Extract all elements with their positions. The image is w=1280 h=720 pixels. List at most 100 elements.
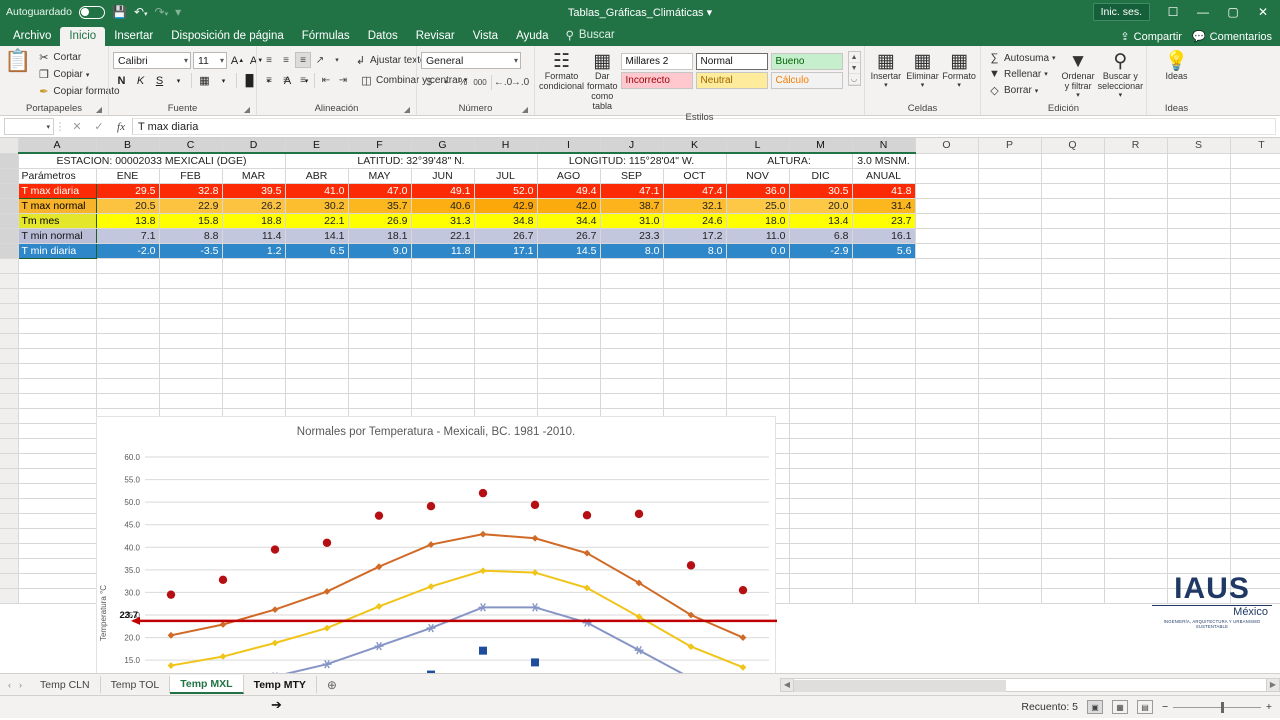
- cell-empty[interactable]: [915, 498, 978, 513]
- font-size-select[interactable]: 11 ▾: [193, 52, 227, 69]
- cell-empty[interactable]: [1104, 378, 1167, 393]
- cell-empty[interactable]: [915, 228, 978, 243]
- cell-empty[interactable]: [978, 153, 1041, 168]
- paste-button[interactable]: 📋: [4, 50, 31, 71]
- cell-empty[interactable]: [978, 243, 1041, 258]
- cell-empty[interactable]: [537, 333, 600, 348]
- cell-empty[interactable]: [915, 588, 978, 603]
- style-normal[interactable]: Normal: [696, 53, 768, 70]
- cell-empty[interactable]: [1230, 528, 1280, 543]
- cell-empty[interactable]: [474, 333, 537, 348]
- row-header[interactable]: [0, 318, 18, 333]
- cell-empty[interactable]: [159, 288, 222, 303]
- cell-empty[interactable]: [1167, 393, 1230, 408]
- cell-empty[interactable]: [789, 528, 852, 543]
- cell-value[interactable]: 31.0: [600, 213, 663, 228]
- cell-value[interactable]: 20.0: [789, 198, 852, 213]
- cell-empty[interactable]: [915, 168, 978, 183]
- cell-value[interactable]: 22.1: [285, 213, 348, 228]
- prev-sheet-icon[interactable]: ‹: [8, 680, 11, 690]
- cell-empty[interactable]: [159, 273, 222, 288]
- sort-filter-button[interactable]: ▼ Ordenar y filtrar ▾: [1062, 51, 1095, 99]
- cell-value[interactable]: -3.5: [159, 243, 222, 258]
- cell-empty[interactable]: [1104, 423, 1167, 438]
- cell-empty[interactable]: [978, 273, 1041, 288]
- scroll-left-icon[interactable]: ◀: [780, 678, 794, 692]
- gallery-scroll-down-icon[interactable]: ▼: [849, 63, 860, 74]
- number-dialog-launcher-icon[interactable]: ◢: [522, 105, 528, 114]
- cell-empty[interactable]: [978, 183, 1041, 198]
- cell-empty[interactable]: [1167, 408, 1230, 423]
- sign-in-button[interactable]: Inic. ses.: [1093, 3, 1150, 21]
- page-break-icon[interactable]: ▤: [1137, 700, 1153, 714]
- ideas-button[interactable]: 💡 Ideas: [1151, 51, 1202, 82]
- cell-anual[interactable]: ANUAL: [852, 168, 915, 183]
- cell-empty[interactable]: [789, 408, 852, 423]
- cell-estacion[interactable]: ESTACION: 00002033 MEXICALI (DGE): [18, 153, 285, 168]
- cell-empty[interactable]: [1104, 318, 1167, 333]
- cell-empty[interactable]: [600, 288, 663, 303]
- cell-empty[interactable]: [789, 543, 852, 558]
- cell-empty[interactable]: [915, 393, 978, 408]
- cell-empty[interactable]: [96, 288, 159, 303]
- cell-value[interactable]: 31.3: [411, 213, 474, 228]
- conditional-format-button[interactable]: ☷ Formato condicional: [539, 51, 584, 92]
- title-dropdown-icon[interactable]: ▾: [707, 7, 713, 19]
- cell-empty[interactable]: [159, 363, 222, 378]
- cell-empty[interactable]: [222, 273, 285, 288]
- cell-empty[interactable]: [1104, 543, 1167, 558]
- cell-empty[interactable]: [600, 348, 663, 363]
- scroll-thumb[interactable]: [794, 680, 1006, 692]
- cell-value[interactable]: -2.9: [789, 243, 852, 258]
- column-header-S[interactable]: S: [1167, 138, 1230, 153]
- cell-empty[interactable]: [1041, 198, 1104, 213]
- cell-empty[interactable]: [852, 498, 915, 513]
- cell-empty[interactable]: [96, 378, 159, 393]
- cell-empty[interactable]: [159, 303, 222, 318]
- cell-empty[interactable]: [1230, 468, 1280, 483]
- cell-value[interactable]: 42.0: [537, 198, 600, 213]
- italic-button[interactable]: K: [132, 72, 149, 89]
- cell-empty[interactable]: [1041, 408, 1104, 423]
- cell-empty[interactable]: [600, 363, 663, 378]
- cell-empty[interactable]: [789, 588, 852, 603]
- cell-empty[interactable]: [663, 363, 726, 378]
- cell-empty[interactable]: [1167, 423, 1230, 438]
- cell-empty[interactable]: [1041, 183, 1104, 198]
- cell-empty[interactable]: [222, 303, 285, 318]
- cell-value[interactable]: 23.7: [852, 213, 915, 228]
- format-as-table-button[interactable]: ▦ Dar formato como tabla: [587, 51, 618, 112]
- cell-empty[interactable]: [663, 348, 726, 363]
- column-header-P[interactable]: P: [978, 138, 1041, 153]
- cell-empty[interactable]: [663, 318, 726, 333]
- cell-value[interactable]: 32.8: [159, 183, 222, 198]
- align-left-icon[interactable]: ≡: [261, 72, 277, 88]
- tab-inicio[interactable]: Inicio: [60, 27, 105, 46]
- cell-value[interactable]: 26.9: [348, 213, 411, 228]
- cell-empty[interactable]: [1230, 543, 1280, 558]
- share-button[interactable]: ⇪ Compartir: [1120, 30, 1182, 43]
- cell-empty[interactable]: [915, 453, 978, 468]
- cell-empty[interactable]: [285, 318, 348, 333]
- cell-empty[interactable]: [978, 573, 1041, 588]
- scroll-track[interactable]: [794, 678, 1266, 692]
- alignment-dialog-launcher-icon[interactable]: ◢: [404, 105, 410, 114]
- find-chevron-down-icon[interactable]: ▾: [1119, 92, 1123, 100]
- cell-empty[interactable]: [1104, 363, 1167, 378]
- zoom-in-button[interactable]: +: [1266, 701, 1272, 713]
- cell-empty[interactable]: [222, 258, 285, 273]
- row-header[interactable]: [0, 213, 18, 228]
- cell-empty[interactable]: [852, 513, 915, 528]
- cell-value[interactable]: 0.0: [726, 243, 789, 258]
- cell-empty[interactable]: [348, 258, 411, 273]
- minimize-button[interactable]: —: [1188, 0, 1218, 24]
- cell-empty[interactable]: [726, 363, 789, 378]
- format-cells-button[interactable]: ▦ Formato ▾: [942, 51, 976, 90]
- align-center-icon[interactable]: ≡: [278, 72, 294, 88]
- thousands-button[interactable]: 000: [472, 74, 488, 90]
- cell-value[interactable]: 8.8: [159, 228, 222, 243]
- cell-empty[interactable]: [18, 483, 96, 498]
- cell-value[interactable]: 13.4: [789, 213, 852, 228]
- align-top-icon[interactable]: ≡: [261, 52, 277, 68]
- cell-empty[interactable]: [1167, 168, 1230, 183]
